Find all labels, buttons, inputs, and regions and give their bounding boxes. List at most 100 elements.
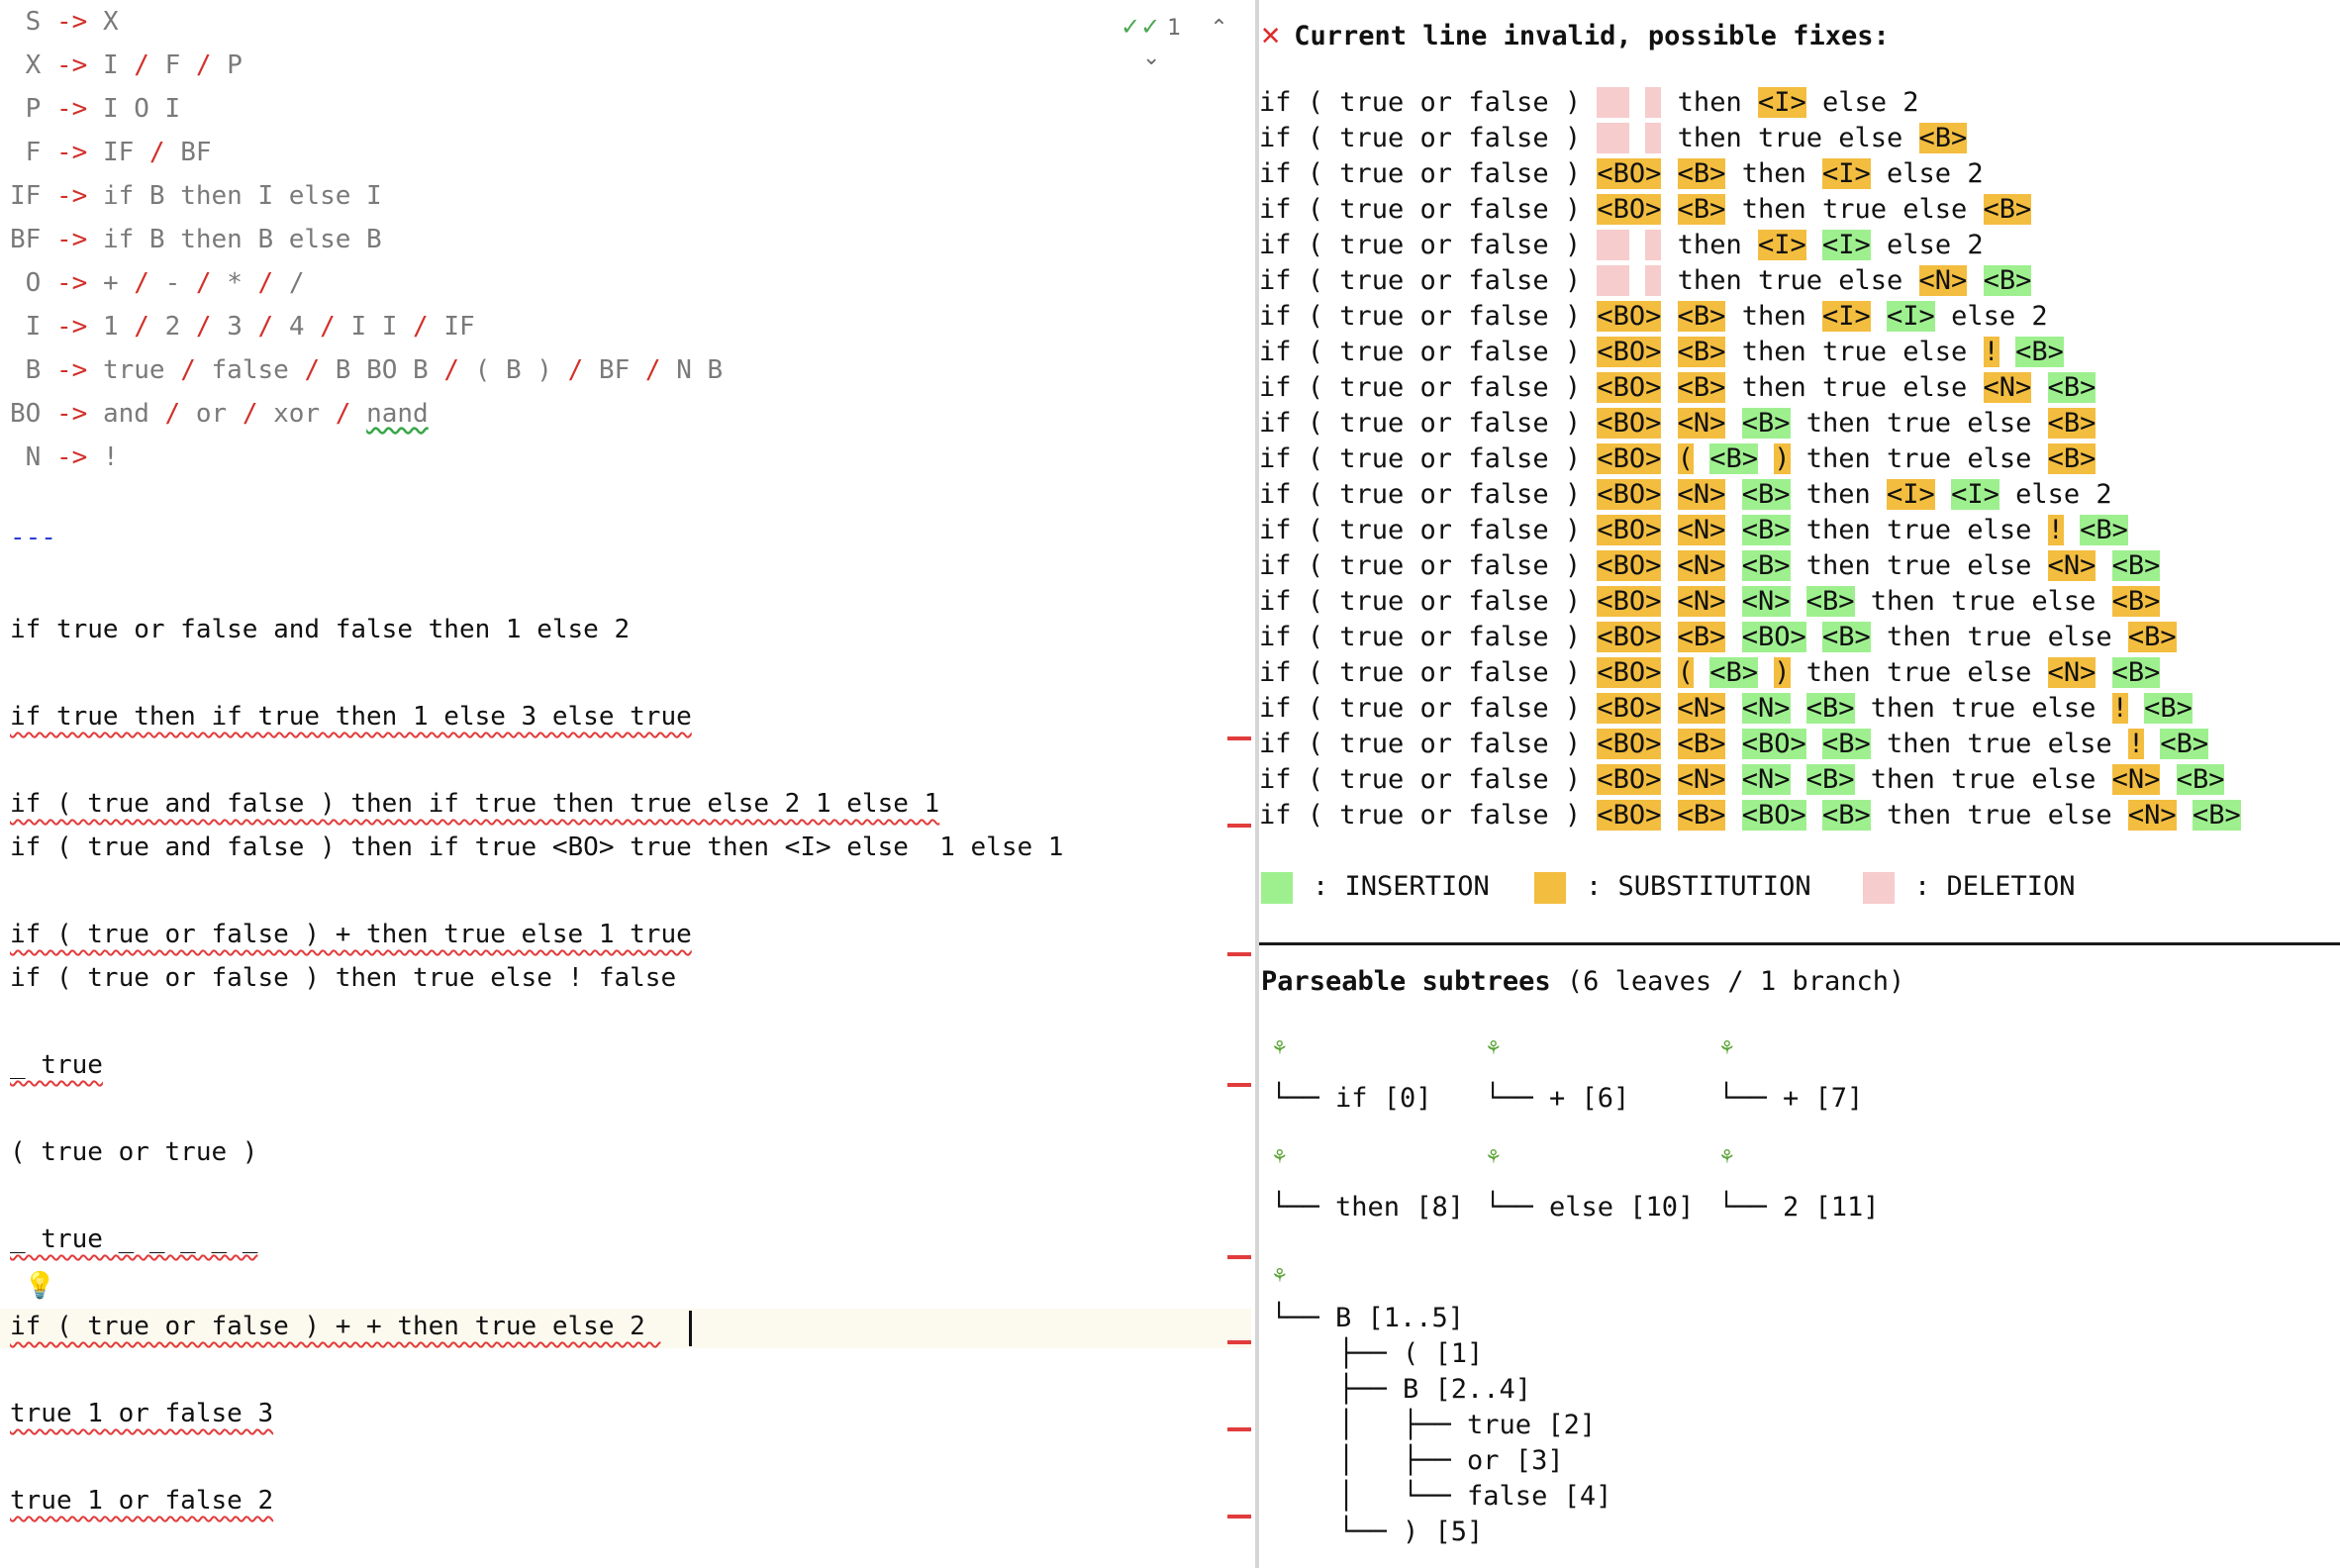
error-stripe-mark[interactable] [1227, 824, 1251, 828]
error-stripe-mark[interactable] [1227, 952, 1251, 956]
rule-arrow: -> [55, 7, 88, 37]
chevron-up-icon[interactable]: ⌃ [1210, 16, 1227, 41]
lightbulb-icon[interactable]: 💡 [24, 1271, 55, 1301]
fix-text [1725, 764, 1741, 795]
substitution-token: <BO> [1597, 194, 1662, 225]
fix-row[interactable]: if ( true or false ) <BO> ( <B> ) then t… [1259, 441, 2096, 477]
fix-row[interactable]: if ( true or false ) then true else <B> [1259, 121, 1968, 156]
rule-lhs: S [10, 7, 56, 37]
substitution-token: <B> [1677, 372, 1726, 403]
leaf-subtree[interactable]: └── + [7] [1718, 1079, 1863, 1119]
rule-alternative: N B [676, 355, 724, 385]
branch-leaf[interactable]: │ ├── or [3] [1338, 1443, 1564, 1479]
code-line-text: if true or false and false then 1 else 2 [10, 615, 631, 644]
code-line[interactable]: if ( true or false ) + + then true else … [10, 1307, 660, 1346]
branch-leaf[interactable]: │ └── false [4] [1338, 1479, 1611, 1515]
substitution-token: <BO> [1597, 337, 1662, 367]
fix-row[interactable]: if ( true or false ) <BO> <B> <BO> <B> t… [1259, 798, 2241, 833]
legend-insertion: : INSERTION [1261, 867, 1490, 907]
error-stripe-mark[interactable] [1227, 1083, 1251, 1087]
code-line[interactable]: if ( true or false ) + then true else 1 … [10, 915, 692, 954]
chevron-down-icon[interactable]: ⌄ [1142, 46, 1160, 70]
fix-row[interactable]: if ( true or false ) then <I> <I> else 2 [1259, 228, 1984, 263]
fix-text: then true else [1661, 265, 1919, 296]
error-stripe-mark[interactable] [1227, 1340, 1251, 1344]
fix-text: else 2 [1870, 158, 1984, 189]
code-line[interactable]: if ( true or false ) then true else ! fa… [10, 958, 676, 998]
insertion-token: <B> [2176, 764, 2225, 795]
fix-row[interactable]: if ( true or false ) <BO> <N> <N> <B> th… [1259, 762, 2225, 798]
code-line-text: true 1 or false 2 [10, 1486, 274, 1516]
fix-text [1725, 515, 1741, 545]
branch-node[interactable]: ├── B [2..4] [1338, 1372, 1531, 1408]
rule-lhs: IF [10, 181, 56, 211]
fix-prefix: if ( true or false ) [1259, 693, 1598, 724]
error-stripe-mark[interactable] [1227, 736, 1251, 740]
code-line[interactable]: if true or false and false then 1 else 2 [10, 610, 630, 649]
fix-row[interactable]: if ( true or false ) <BO> <N> <B> then t… [1259, 406, 2096, 441]
branch-node[interactable]: ├── ( [1] [1338, 1336, 1483, 1372]
fix-row[interactable]: if ( true or false ) <BO> <N> <N> <B> th… [1259, 691, 2193, 727]
branch-leaf[interactable]: │ ├── true [2] [1338, 1408, 1596, 1443]
rule-alternative: nand [366, 399, 429, 429]
fix-text [1661, 800, 1677, 831]
fix-row[interactable]: if ( true or false ) <BO> <B> then <I> <… [1259, 299, 2048, 335]
fix-text: then true else [1854, 586, 2112, 617]
sprout-icon: ⚘ [1487, 1035, 1501, 1060]
fix-row[interactable]: if ( true or false ) <BO> <B> then true … [1259, 192, 2032, 228]
substitution-token: ! [2127, 729, 2145, 759]
rule-alternative: F [164, 50, 181, 80]
substitution-token: <B> [1677, 158, 1726, 189]
substitution-token: ) [1774, 443, 1791, 474]
leaf-subtree[interactable]: └── else [10] [1485, 1188, 1694, 1227]
fix-row[interactable]: if ( true or false ) <BO> ( <B> ) then t… [1259, 655, 2161, 691]
inspection-widget[interactable]: ✓✓ 1 ⌃ ⌄ [1121, 12, 1255, 70]
code-line[interactable]: _ true [10, 1045, 103, 1085]
fix-row[interactable]: if ( true or false ) <BO> <N> <B> then t… [1259, 548, 2161, 584]
sprout-icon: ⚘ [1273, 1263, 1287, 1288]
code-line[interactable]: if ( true and false ) then if true <BO> … [10, 828, 1063, 867]
substitution-token: ! [2047, 515, 2064, 545]
grammar-rule: N -> ! [10, 438, 119, 477]
fix-row[interactable]: if ( true or false ) <BO> <N> <N> <B> th… [1259, 584, 2161, 620]
fix-text [1791, 693, 1806, 724]
fix-row[interactable]: if ( true or false ) <BO> <B> then true … [1259, 335, 2064, 370]
substitution-token: <B> [1677, 337, 1726, 367]
rule-arrow: -> [55, 442, 88, 472]
leaf-subtree[interactable]: └── then [8] [1271, 1188, 1464, 1227]
fix-row[interactable]: if ( true or false ) <BO> <N> <B> then t… [1259, 513, 2128, 548]
fix-row[interactable]: if ( true or false ) <BO> <B> <BO> <B> t… [1259, 727, 2209, 762]
error-stripe-mark[interactable] [1227, 1515, 1251, 1519]
error-stripe-mark[interactable] [1227, 1427, 1251, 1431]
fix-row[interactable]: if ( true or false ) <BO> <B> then <I> e… [1259, 156, 1984, 192]
insertion-token: <B> [1741, 408, 1791, 439]
code-line[interactable]: true 1 or false 2 [10, 1481, 273, 1520]
code-line[interactable]: if true then if true then 1 else 3 else … [10, 697, 692, 736]
fix-row[interactable]: if ( true or false ) <BO> <B> then true … [1259, 370, 2096, 406]
code-line[interactable]: _ true _ _ _ _ _ [10, 1220, 257, 1259]
insertion-token: <B> [2111, 550, 2161, 581]
rule-alternative: IF [102, 138, 135, 167]
sprout-icon: ⚘ [1720, 1035, 1734, 1060]
fix-row[interactable]: if ( true or false ) <BO> <B> <BO> <B> t… [1259, 620, 2177, 655]
fix-row[interactable]: if ( true or false ) then true else <N> … [1259, 263, 2032, 299]
deletion-token [1645, 265, 1662, 296]
error-stripe-mark[interactable] [1227, 1255, 1251, 1259]
branch-root[interactable]: └── B [1..5] [1271, 1301, 1464, 1336]
fix-text [1725, 693, 1741, 724]
insertion-token: <B> [1805, 693, 1855, 724]
code-line[interactable]: ( true or true ) [10, 1132, 257, 1172]
subtrees-title: Parseable subtrees [1261, 966, 1551, 997]
branch-node[interactable]: └── ) [5] [1338, 1515, 1483, 1550]
grammar-editor[interactable]: S -> X X -> I / F / P P -> I O I F -> IF… [0, 0, 1255, 1568]
leaf-subtree[interactable]: └── 2 [11] [1718, 1188, 1880, 1227]
code-line[interactable]: if ( true and false ) then if true then … [10, 784, 939, 824]
leaf-subtree[interactable]: └── + [6] [1485, 1079, 1629, 1119]
fix-text [1661, 372, 1677, 403]
leaf-subtree[interactable]: └── if [0] [1271, 1079, 1432, 1119]
code-line[interactable]: true 1 or false 3 [10, 1394, 273, 1433]
fix-row[interactable]: if ( true or false ) then <I> else 2 [1259, 85, 1919, 121]
substitution-token: ! [2111, 693, 2128, 724]
rule-bar: / [630, 355, 677, 385]
fix-row[interactable]: if ( true or false ) <BO> <N> <B> then <… [1259, 477, 2112, 513]
